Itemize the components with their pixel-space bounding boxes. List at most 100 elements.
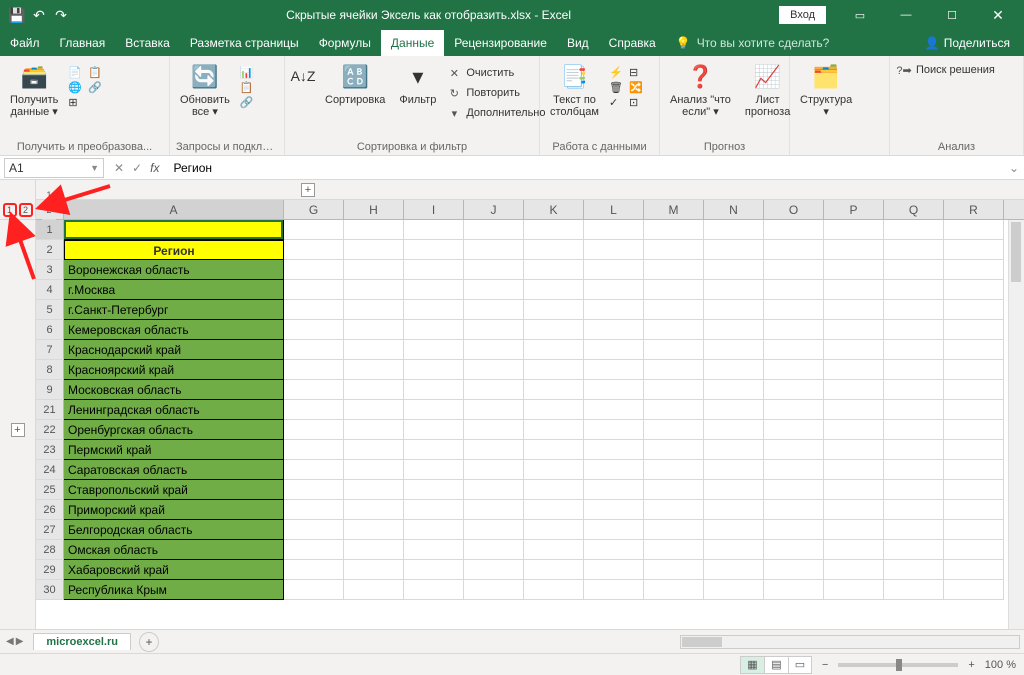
cell[interactable] bbox=[704, 340, 764, 360]
enter-formula-icon[interactable]: ✓ bbox=[132, 161, 142, 175]
cell[interactable] bbox=[944, 280, 1004, 300]
cell[interactable] bbox=[284, 260, 344, 280]
cell[interactable] bbox=[704, 280, 764, 300]
expand-formula-icon[interactable]: ⌄ bbox=[1004, 161, 1024, 175]
row-header[interactable]: 26 bbox=[36, 500, 64, 520]
cell[interactable] bbox=[704, 380, 764, 400]
cell[interactable] bbox=[944, 340, 1004, 360]
cell[interactable] bbox=[704, 560, 764, 580]
cell[interactable] bbox=[764, 420, 824, 440]
cell[interactable] bbox=[584, 220, 644, 240]
cell[interactable] bbox=[584, 300, 644, 320]
cell[interactable] bbox=[644, 240, 704, 260]
normal-view-button[interactable]: ▦ bbox=[740, 656, 764, 674]
cell[interactable] bbox=[764, 400, 824, 420]
tab-view[interactable]: Вид bbox=[557, 30, 599, 56]
cell[interactable] bbox=[524, 260, 584, 280]
formula-input[interactable] bbox=[167, 158, 1004, 178]
cell[interactable] bbox=[284, 440, 344, 460]
cell[interactable] bbox=[464, 480, 524, 500]
cell[interactable] bbox=[704, 460, 764, 480]
cell[interactable] bbox=[524, 320, 584, 340]
cell[interactable] bbox=[404, 300, 464, 320]
cell[interactable] bbox=[884, 480, 944, 500]
cell[interactable] bbox=[764, 260, 824, 280]
cell[interactable] bbox=[824, 320, 884, 340]
relations-icon[interactable]: 🔀 bbox=[629, 81, 643, 94]
cell[interactable] bbox=[644, 300, 704, 320]
column-header[interactable]: O bbox=[764, 200, 824, 219]
expand-columns-button[interactable]: + bbox=[301, 183, 315, 197]
cell[interactable] bbox=[584, 540, 644, 560]
advanced-filter-button[interactable]: ▾Дополнительно bbox=[446, 104, 545, 122]
cell[interactable] bbox=[584, 460, 644, 480]
tab-help[interactable]: Справка bbox=[599, 30, 666, 56]
flash-fill-icon[interactable]: ⚡ bbox=[609, 66, 623, 79]
cell[interactable] bbox=[284, 300, 344, 320]
cell[interactable] bbox=[884, 320, 944, 340]
cell[interactable] bbox=[824, 260, 884, 280]
cell[interactable] bbox=[524, 300, 584, 320]
cell[interactable] bbox=[344, 260, 404, 280]
cell[interactable]: Белгородская область bbox=[64, 520, 284, 540]
cell[interactable] bbox=[764, 320, 824, 340]
cell[interactable] bbox=[524, 560, 584, 580]
cell[interactable] bbox=[944, 420, 1004, 440]
row-header[interactable]: 8 bbox=[36, 360, 64, 380]
cell[interactable] bbox=[824, 480, 884, 500]
cell[interactable] bbox=[524, 220, 584, 240]
cell[interactable] bbox=[764, 340, 824, 360]
cell[interactable] bbox=[644, 340, 704, 360]
cell[interactable] bbox=[404, 460, 464, 480]
cell[interactable] bbox=[884, 500, 944, 520]
cell[interactable]: Пермский край bbox=[64, 440, 284, 460]
cell[interactable] bbox=[824, 460, 884, 480]
queries-icon[interactable]: 📊 bbox=[240, 66, 254, 79]
sheet-tab[interactable]: microexcel.ru bbox=[33, 633, 131, 650]
cell[interactable] bbox=[464, 320, 524, 340]
cell[interactable] bbox=[884, 580, 944, 600]
cell[interactable] bbox=[524, 280, 584, 300]
cell[interactable] bbox=[884, 360, 944, 380]
maximize-icon[interactable]: ☐ bbox=[930, 0, 974, 30]
cell[interactable] bbox=[644, 560, 704, 580]
cell[interactable] bbox=[524, 340, 584, 360]
cell[interactable] bbox=[944, 400, 1004, 420]
cell[interactable] bbox=[824, 300, 884, 320]
cell[interactable]: г.Санкт-Петербург bbox=[64, 300, 284, 320]
cell[interactable] bbox=[884, 340, 944, 360]
cell[interactable] bbox=[584, 500, 644, 520]
cell[interactable] bbox=[944, 220, 1004, 240]
cell[interactable] bbox=[704, 360, 764, 380]
cell[interactable] bbox=[344, 580, 404, 600]
filter-button[interactable]: ▾ Фильтр bbox=[395, 60, 440, 108]
data-model-icon[interactable]: ⊡ bbox=[629, 96, 643, 109]
cell[interactable] bbox=[884, 440, 944, 460]
outline-button[interactable]: 🗂️ Структура ▾ bbox=[796, 60, 856, 120]
cell[interactable] bbox=[884, 260, 944, 280]
cell[interactable] bbox=[764, 480, 824, 500]
cell[interactable] bbox=[524, 360, 584, 380]
cell[interactable] bbox=[284, 380, 344, 400]
cell[interactable] bbox=[404, 280, 464, 300]
redo-icon[interactable]: ↷ bbox=[52, 6, 70, 24]
cell[interactable] bbox=[524, 520, 584, 540]
cell[interactable] bbox=[644, 460, 704, 480]
cell[interactable] bbox=[344, 520, 404, 540]
row-header[interactable]: 2 bbox=[36, 240, 64, 260]
cell[interactable] bbox=[764, 360, 824, 380]
cell[interactable]: Омская область bbox=[64, 540, 284, 560]
column-header[interactable]: N bbox=[704, 200, 764, 219]
clear-filter-button[interactable]: ✕Очистить bbox=[446, 64, 545, 82]
cell[interactable]: Республика Крым bbox=[64, 580, 284, 600]
from-text-icon[interactable]: 📄 bbox=[68, 66, 82, 79]
cell[interactable] bbox=[284, 280, 344, 300]
properties-icon[interactable]: 📋 bbox=[240, 81, 254, 94]
cell[interactable] bbox=[464, 260, 524, 280]
edit-links-icon[interactable]: 🔗 bbox=[240, 96, 254, 109]
cell[interactable] bbox=[344, 280, 404, 300]
cell[interactable] bbox=[284, 360, 344, 380]
cell[interactable] bbox=[404, 400, 464, 420]
sort-asc-button[interactable]: A↓Z bbox=[291, 60, 315, 94]
cell[interactable] bbox=[764, 560, 824, 580]
